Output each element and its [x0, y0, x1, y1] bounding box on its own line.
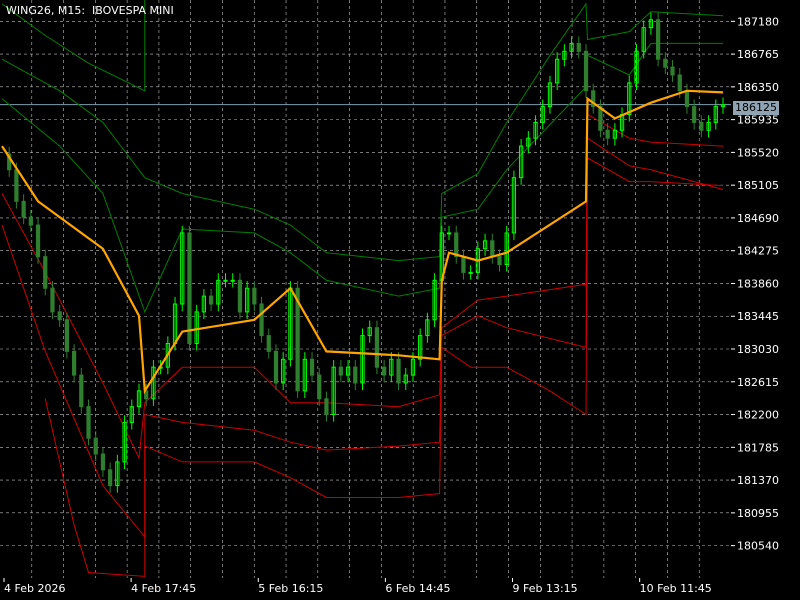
current-price-tag: 186125	[733, 101, 779, 115]
candle-body	[692, 106, 697, 123]
price-tick-label: 185105	[737, 179, 779, 192]
candle-body	[273, 350, 279, 384]
price-tick-label: 181785	[737, 441, 779, 454]
candle-body	[230, 279, 235, 282]
time-tick-label: 10 Feb 11:45	[640, 582, 712, 595]
candle-body	[259, 303, 264, 337]
candle-body	[317, 374, 322, 400]
candle-body	[309, 358, 315, 376]
time-tick-label: 5 Feb 16:15	[258, 582, 323, 595]
price-tick-label: 183445	[737, 310, 779, 323]
candle-body	[252, 287, 257, 305]
price-tick-label: 187180	[737, 15, 779, 28]
chart-title: WING26, M15: IBOVESPA MINI	[6, 4, 174, 17]
candle-body	[93, 437, 98, 455]
candle-body	[43, 256, 48, 289]
candle-body	[57, 311, 62, 321]
candle-body	[35, 224, 41, 258]
time-tick-label: 6 Feb 14:45	[385, 582, 450, 595]
candle-body	[396, 358, 401, 384]
candle-body	[684, 90, 690, 108]
candle-body	[382, 366, 387, 376]
candle-body	[86, 406, 91, 439]
candle-body	[21, 200, 26, 218]
price-tick-label: 181370	[737, 474, 779, 487]
candle-body	[374, 327, 380, 368]
candle-body	[108, 469, 113, 487]
candle-body	[677, 74, 682, 92]
candle-body	[338, 366, 343, 376]
candle-body	[583, 50, 589, 92]
candle-body	[576, 42, 581, 52]
price-tick-label: 182615	[737, 376, 779, 389]
candle-body	[446, 232, 452, 235]
price-tick-label: 180955	[737, 507, 779, 520]
candle-body	[468, 271, 473, 274]
candle-body	[208, 295, 214, 305]
candle-body	[497, 256, 502, 266]
candle-body	[237, 279, 243, 313]
candle-body	[699, 121, 704, 131]
candle-body	[670, 66, 675, 76]
candle-body	[50, 287, 55, 313]
time-tick-label: 4 Feb 17:45	[131, 582, 196, 595]
candle-body	[14, 169, 19, 202]
price-tick-label: 186765	[737, 48, 779, 61]
price-chart[interactable]	[0, 0, 731, 578]
candle-body	[187, 232, 192, 344]
candle-body	[266, 335, 271, 352]
candle-body	[605, 129, 610, 139]
candle-body	[100, 453, 106, 471]
candle-body	[64, 319, 70, 352]
time-axis: 4 Feb 2026 4 Feb 17:45 5 Feb 16:15 6 Feb 14…	[3, 578, 712, 595]
price-tick-label: 183860	[737, 277, 779, 290]
candle-body	[490, 240, 495, 258]
candle-body	[353, 366, 358, 384]
price-tick-label: 186350	[737, 81, 779, 94]
time-tick-label: 4 Feb 2026	[4, 582, 65, 595]
candle-body	[79, 374, 84, 408]
candle-body	[663, 58, 668, 68]
candle-body	[223, 279, 228, 282]
price-tick-label: 180540	[737, 540, 779, 553]
candle-body	[28, 216, 33, 226]
candle-body	[71, 350, 77, 376]
price-tick-label: 182200	[737, 409, 779, 422]
price-tick-label: 183030	[737, 343, 779, 356]
candle-body	[454, 232, 459, 258]
price-tick-label: 184690	[737, 212, 779, 225]
price-tick-label: 185935	[737, 114, 779, 127]
candle-body	[461, 256, 466, 273]
candle-body	[324, 398, 329, 416]
price-tick-label: 185520	[737, 146, 779, 159]
price-tick-label: 184275	[737, 245, 779, 258]
price-axis: 187180 186765 186350 185935 185520 185105 1846…	[731, 15, 779, 553]
time-tick-label: 9 Feb 13:15	[513, 582, 578, 595]
candle-body	[655, 19, 661, 60]
